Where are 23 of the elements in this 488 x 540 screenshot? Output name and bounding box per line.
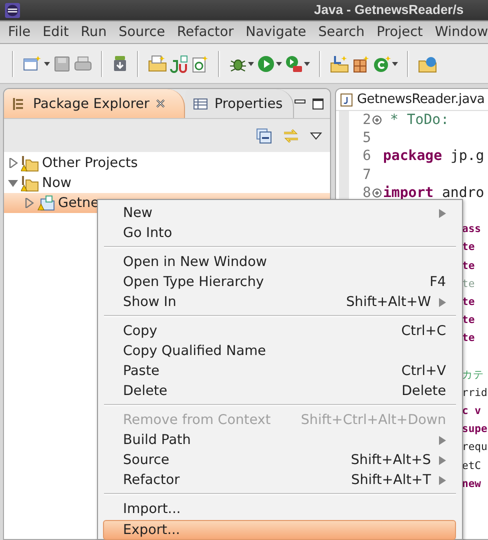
line-number: 2 — [362, 112, 371, 128]
line-number: 8 — [362, 184, 371, 201]
code-line: te — [462, 260, 475, 272]
code-line: package jp.g — [382, 148, 484, 164]
code-line: rrid — [462, 386, 488, 399]
code-line: * ToDo: — [389, 112, 450, 128]
code-line: supe — [462, 423, 488, 436]
code-line: ass — [462, 223, 481, 236]
code-line: new — [462, 478, 481, 490]
line-number: 7 — [362, 166, 371, 183]
line-number: 5 — [362, 130, 371, 146]
code-line: c v — [462, 405, 481, 418]
code-line: import andro — [382, 184, 484, 201]
line-number: 6 — [362, 148, 371, 164]
code-line: カテ — [462, 368, 484, 382]
code-line: te — [462, 296, 475, 308]
code-line: te — [462, 278, 475, 290]
code-line: etC — [462, 460, 481, 472]
window-title: Java - GetnewsReader/s — [314, 2, 464, 17]
code-line: te — [462, 332, 475, 344]
code-line: te — [462, 314, 475, 326]
code-line: requ — [462, 441, 488, 454]
code-line: te — [462, 241, 475, 254]
